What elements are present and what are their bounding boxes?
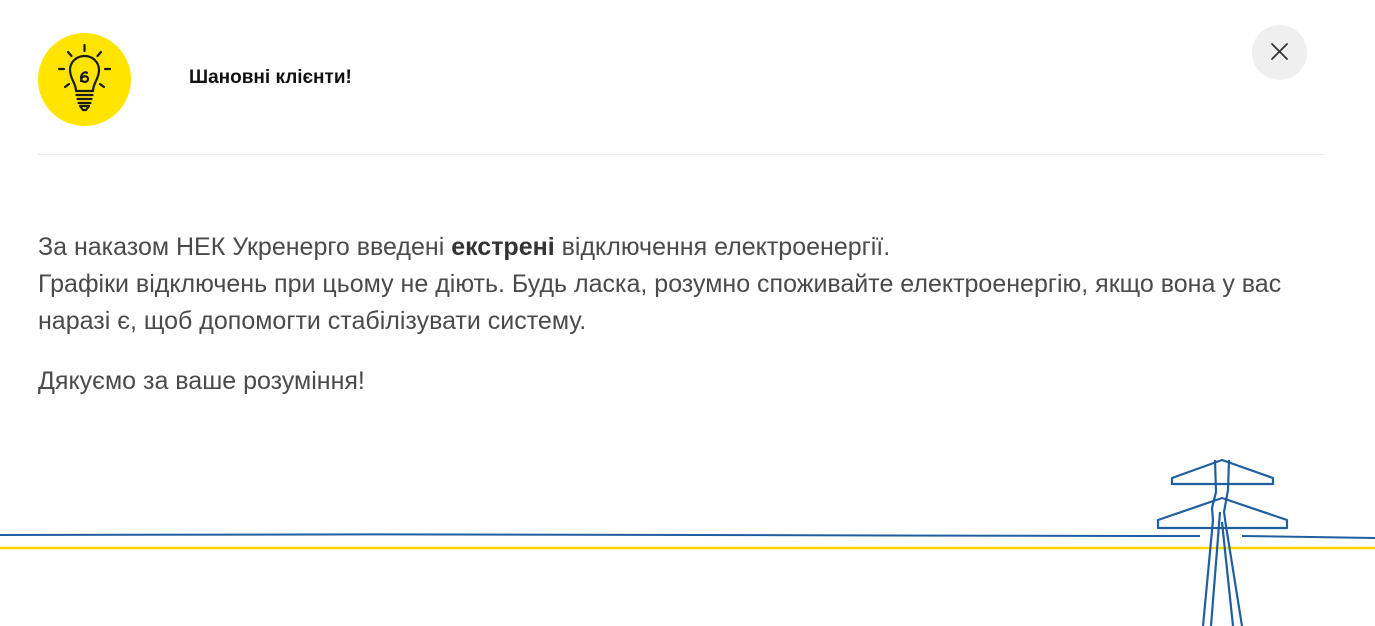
blue-wire xyxy=(0,533,1375,539)
notice-text-part2: відключення електроенергії. xyxy=(554,233,891,261)
notice-text-part3: Графіки відключень при цьому не діють. Б… xyxy=(38,270,1282,335)
lightbulb-icon xyxy=(57,43,112,112)
header-divider xyxy=(38,154,1325,155)
page-title: Шановні клієнти! xyxy=(189,67,352,88)
notice-emphasis: екстрені xyxy=(451,233,555,261)
modal-header: Шановні клієнти! xyxy=(38,33,1325,126)
notice-text-part1: За наказом НЕК Укренерго введені xyxy=(38,233,452,261)
close-button[interactable] xyxy=(1252,25,1307,80)
power-tower-icon xyxy=(1156,458,1289,626)
close-icon xyxy=(1271,43,1288,60)
notice-paragraph: За наказом НЕК Укренерго введені екстрен… xyxy=(38,229,1328,340)
notice-modal: Шановні клієнти! За наказом НЕК Укренерг… xyxy=(0,0,1375,626)
thanks-text: Дякуємо за ваше розуміння! xyxy=(38,367,365,395)
power-line-decoration xyxy=(0,458,1375,626)
lightbulb-badge xyxy=(38,33,131,126)
notice-message: За наказом НЕК Укренерго введені екстрен… xyxy=(38,229,1328,400)
